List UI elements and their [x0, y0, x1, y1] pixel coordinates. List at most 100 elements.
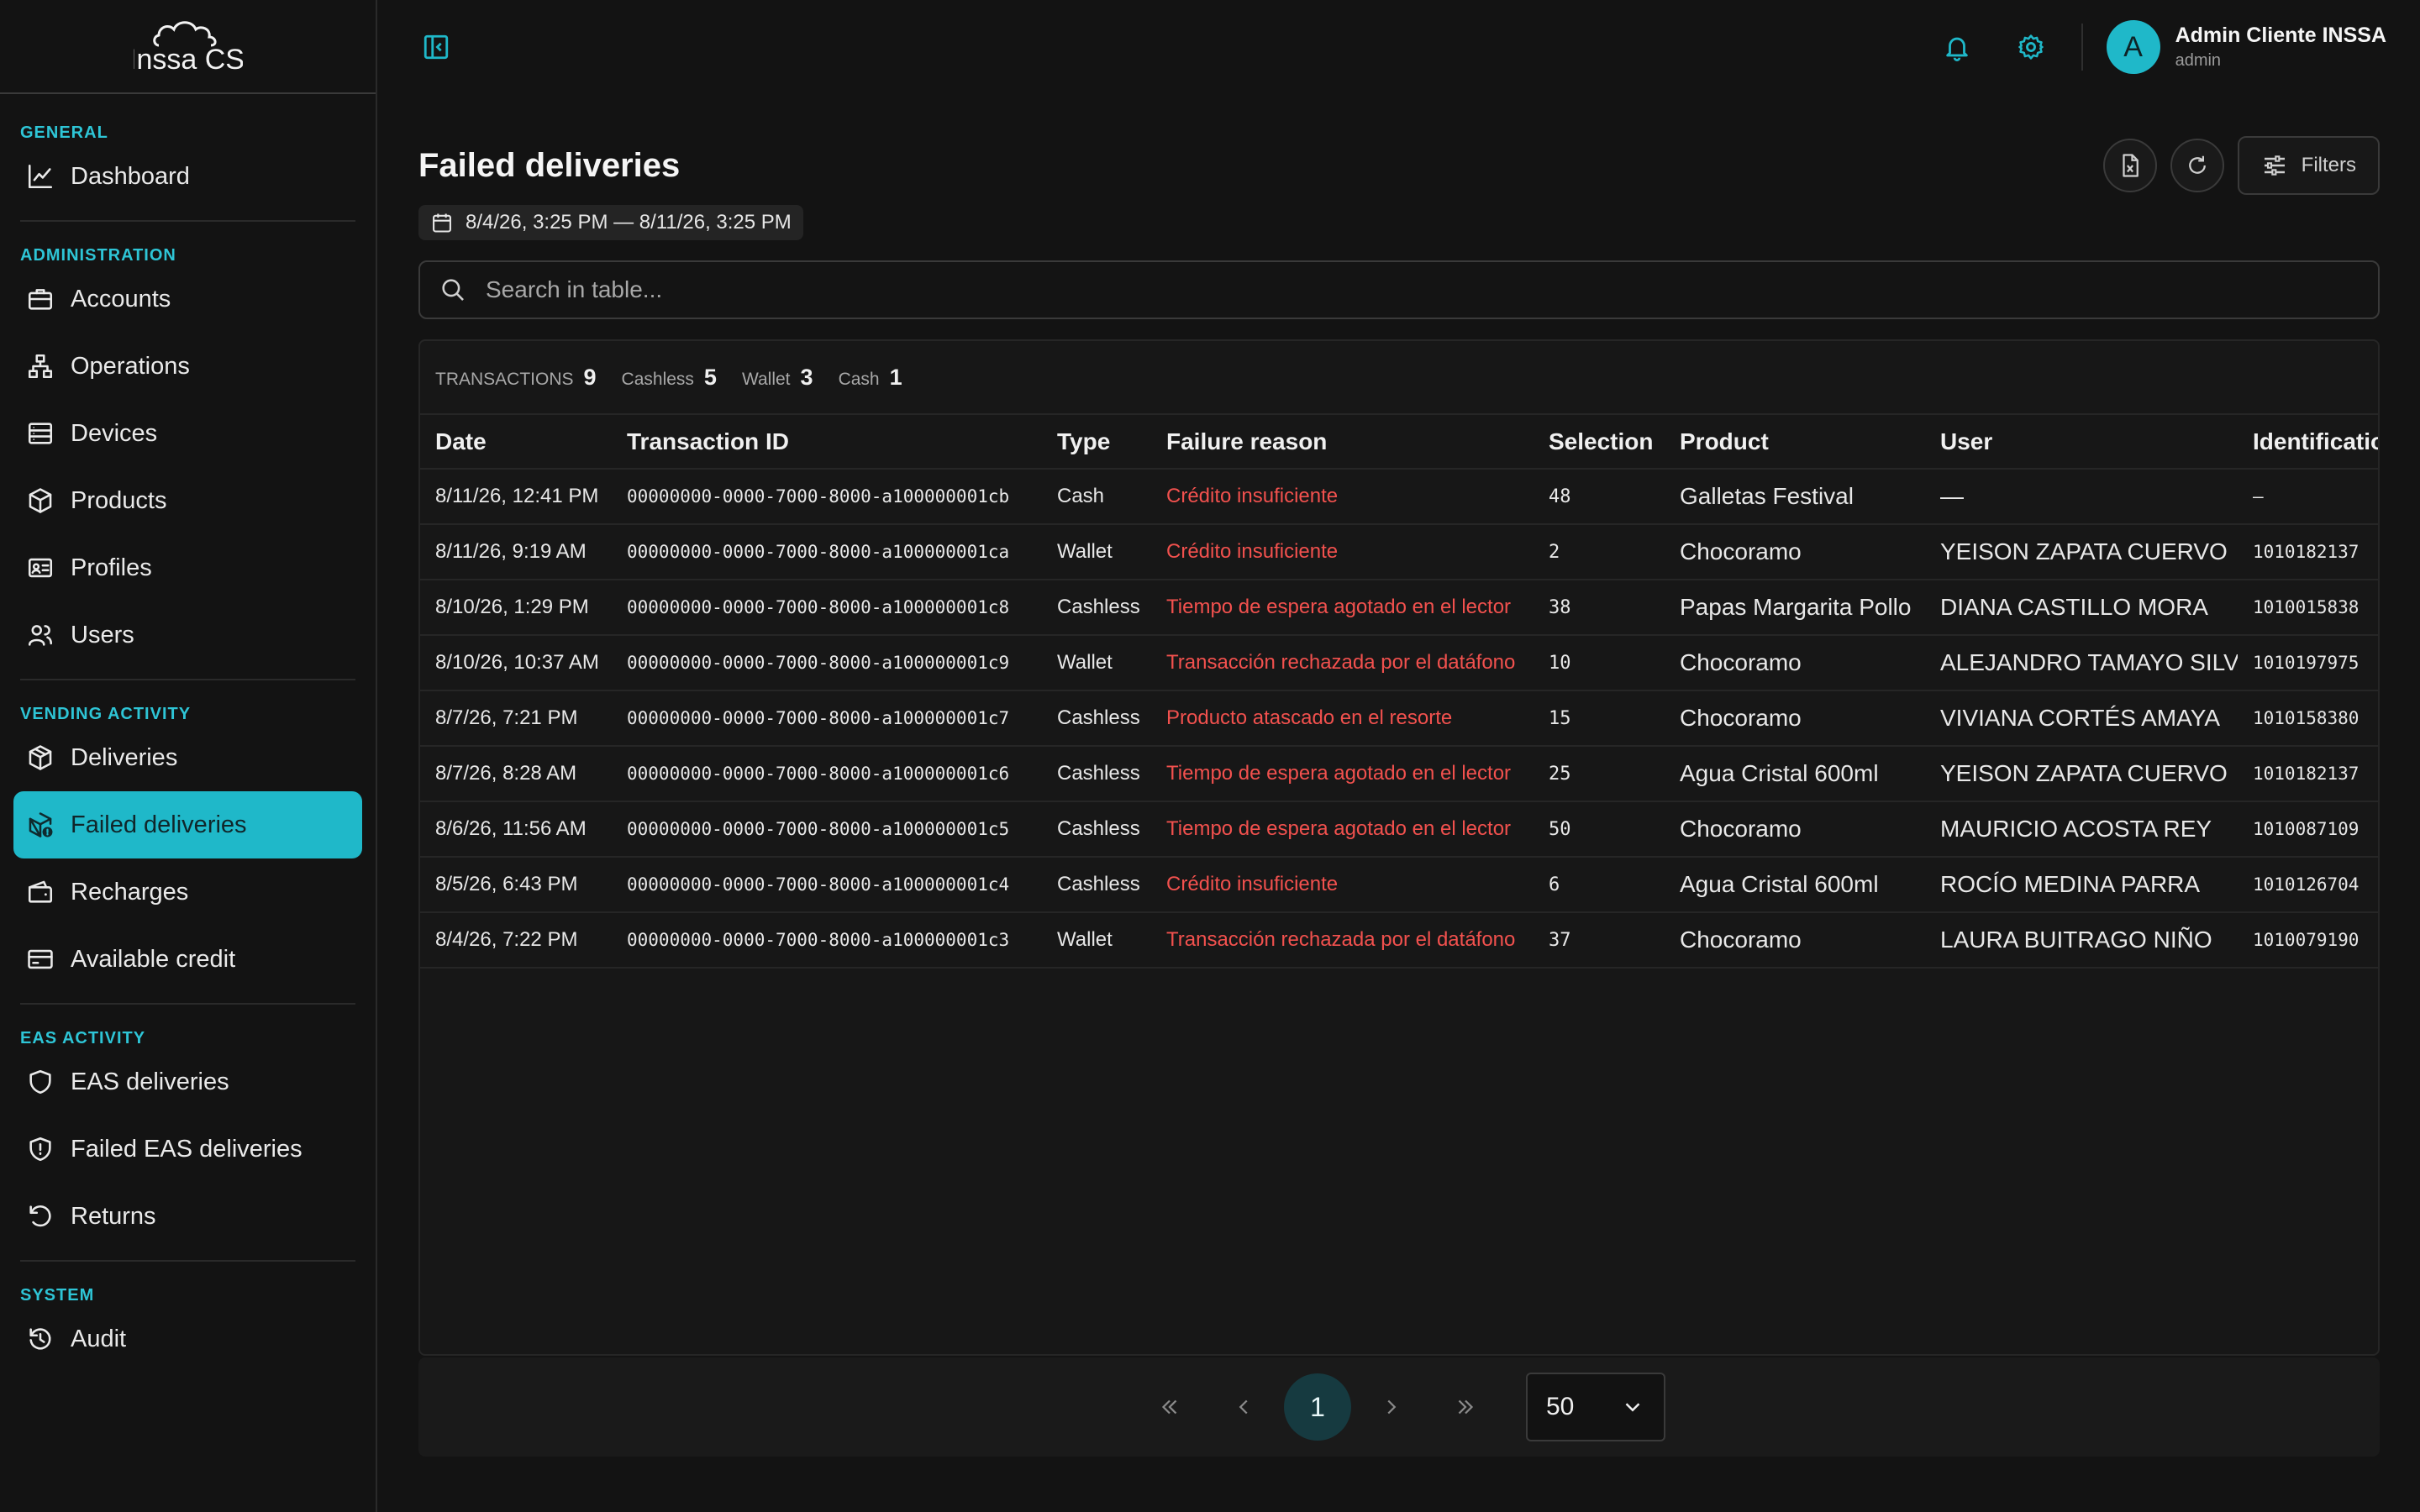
- transactions-summary: TRANSACTIONS 9 Cashless 5 Wallet 3 Cash 1: [420, 341, 2378, 415]
- date-range-chip[interactable]: 8/4/26, 3:25 PM — 8/11/26, 3:25 PM: [418, 205, 803, 240]
- table-row[interactable]: 8/7/26, 7:21 PM 00000000-0000-7000-8000-a…: [420, 690, 2378, 747]
- sliders-icon: [2264, 155, 2285, 176]
- date-cell: 8/10/26, 1:29 PM: [420, 580, 612, 636]
- prev-page-button[interactable]: [1207, 1373, 1281, 1441]
- selection-cell: 37: [1534, 912, 1665, 969]
- summary-count: 3: [800, 364, 813, 390]
- sidebar-item-operations[interactable]: Operations: [13, 333, 362, 400]
- identification-cell: 1010197975: [2238, 635, 2378, 691]
- sidebar-item-returns[interactable]: Returns: [13, 1183, 362, 1250]
- user-menu[interactable]: A Admin Cliente INSSA admin: [2106, 20, 2386, 74]
- sidebar-item-profiles[interactable]: Profiles: [13, 534, 362, 601]
- date-cell: 8/4/26, 7:22 PM: [420, 912, 612, 969]
- table-row[interactable]: 8/6/26, 11:56 AM 00000000-0000-7000-8000-…: [420, 801, 2378, 858]
- column-header[interactable]: Selection: [1534, 415, 1665, 470]
- nav-group-title: ADMINISTRATION: [20, 246, 176, 265]
- summary-item: TRANSACTIONS 9: [435, 365, 597, 391]
- sidebar-item-label: Products: [71, 486, 167, 514]
- sidebar-item-accounts[interactable]: Accounts: [13, 265, 362, 333]
- type-cell: Cashless: [1042, 746, 1151, 802]
- transaction-id-cell: 00000000-0000-7000-8000-a100000001c4: [612, 857, 1042, 913]
- sidebar-item-eas-deliveries[interactable]: EAS deliveries: [13, 1048, 362, 1116]
- table-row[interactable]: 8/5/26, 6:43 PM 00000000-0000-7000-8000-a…: [420, 857, 2378, 913]
- table-row[interactable]: 8/10/26, 1:29 PM 00000000-0000-7000-8000-…: [420, 580, 2378, 636]
- page-size-select[interactable]: 50: [1526, 1373, 1665, 1441]
- sidebar-item-devices[interactable]: Devices: [13, 400, 362, 467]
- credit-card-icon: [25, 944, 55, 974]
- brand-logo-text: Inssa CS: [134, 44, 243, 76]
- next-page-button[interactable]: [1355, 1373, 1428, 1441]
- page-size-value: 50: [1546, 1393, 1575, 1420]
- shield-alert-icon: [25, 1134, 55, 1164]
- package-alert-icon: [25, 810, 55, 840]
- export-excel-button[interactable]: [2102, 139, 2157, 192]
- product-cell: Chocoramo: [1665, 912, 1925, 969]
- sidebar-item-label: Devices: [71, 419, 158, 447]
- sidebar-item-recharges[interactable]: Recharges: [13, 858, 362, 926]
- identification-cell: 1010087109: [2238, 801, 2378, 858]
- column-header[interactable]: Transaction ID: [612, 415, 1042, 470]
- transaction-id-cell: 00000000-0000-7000-8000-a100000001c6: [612, 746, 1042, 802]
- server-icon: [25, 418, 55, 449]
- selection-cell: 10: [1534, 635, 1665, 691]
- transaction-id-cell: 00000000-0000-7000-8000-a100000001c7: [612, 690, 1042, 747]
- notifications-button[interactable]: [1933, 24, 1981, 71]
- summary-item: Cashless 5: [622, 365, 717, 391]
- sidebar-item-label: Returns: [71, 1202, 156, 1230]
- table-row[interactable]: 8/4/26, 7:22 PM 00000000-0000-7000-8000-a…: [420, 912, 2378, 969]
- user-cell: YEISON ZAPATA CUERVO: [1925, 524, 2238, 580]
- sidebar-item-label: Accounts: [71, 285, 171, 312]
- selection-cell: 6: [1534, 857, 1665, 913]
- column-header[interactable]: Type: [1042, 415, 1151, 470]
- sidebar-item-failed-eas-deliveries[interactable]: Failed EAS deliveries: [13, 1116, 362, 1183]
- identification-cell: 1010079190: [2238, 912, 2378, 969]
- product-cell: Chocoramo: [1665, 635, 1925, 691]
- column-header[interactable]: Date: [420, 415, 612, 470]
- column-header[interactable]: Failure reason: [1151, 415, 1534, 470]
- identification-cell: —: [2238, 469, 2378, 525]
- topbar-right: A Admin Cliente INSSA admin: [1907, 20, 2386, 74]
- settings-button[interactable]: [2007, 24, 2054, 71]
- type-cell: Cashless: [1042, 580, 1151, 636]
- failure-reason-cell: Crédito insuficiente: [1151, 469, 1534, 525]
- sidebar-item-deliveries[interactable]: Deliveries: [13, 724, 362, 791]
- search-bar: [418, 260, 2380, 319]
- sidebar-item-label: EAS deliveries: [71, 1068, 229, 1095]
- first-page-button[interactable]: [1133, 1373, 1207, 1441]
- type-cell: Cashless: [1042, 801, 1151, 858]
- selection-cell: 48: [1534, 469, 1665, 525]
- user-role: admin: [2175, 51, 2222, 70]
- table-row[interactable]: 8/7/26, 8:28 AM 00000000-0000-7000-8000-a…: [420, 746, 2378, 802]
- sidebar-item-audit[interactable]: Audit: [13, 1305, 362, 1373]
- column-header[interactable]: Product: [1665, 415, 1925, 470]
- sidebar-toggle-button[interactable]: [418, 29, 455, 66]
- last-page-button[interactable]: [1428, 1373, 1502, 1441]
- search-input[interactable]: [486, 276, 2360, 303]
- sidebar-item-label: Failed deliveries: [71, 811, 247, 838]
- product-cell: Papas Margarita Pollo: [1665, 580, 1925, 636]
- chevrons-left-icon: [1161, 1399, 1177, 1415]
- sidebar-item-products[interactable]: Products: [13, 467, 362, 534]
- date-cell: 8/10/26, 10:37 AM: [420, 635, 612, 691]
- table-row[interactable]: 8/10/26, 10:37 AM 00000000-0000-7000-8000…: [420, 635, 2378, 691]
- date-cell: 8/11/26, 12:41 PM: [420, 469, 612, 525]
- users-icon: [25, 620, 55, 650]
- sidebar-item-users[interactable]: Users: [13, 601, 362, 669]
- transaction-id-cell: 00000000-0000-7000-8000-a100000001cb: [612, 469, 1042, 525]
- sidebar-item-failed-deliveries[interactable]: Failed deliveries: [13, 791, 362, 858]
- wallet-icon: [25, 877, 55, 907]
- current-page-button[interactable]: 1: [1284, 1373, 1351, 1441]
- logo[interactable]: Inssa CS: [0, 0, 376, 94]
- table-row[interactable]: 8/11/26, 9:19 AM 00000000-0000-7000-8000-…: [420, 524, 2378, 580]
- user-cell: ROCÍO MEDINA PARRA: [1925, 857, 2238, 913]
- sidebar-item-dashboard[interactable]: Dashboard: [13, 143, 362, 210]
- nav-group-title: GENERAL: [20, 123, 108, 142]
- refresh-button[interactable]: [2170, 139, 2224, 192]
- filters-button[interactable]: Filters: [2237, 136, 2380, 195]
- sidebar-item-available-credit[interactable]: Available credit: [13, 926, 362, 993]
- selection-cell: 50: [1534, 801, 1665, 858]
- table-row[interactable]: 8/11/26, 12:41 PM 00000000-0000-7000-8000…: [420, 469, 2378, 525]
- selection-cell: 2: [1534, 524, 1665, 580]
- column-header[interactable]: Identification: [2238, 415, 2378, 470]
- column-header[interactable]: User: [1925, 415, 2238, 470]
